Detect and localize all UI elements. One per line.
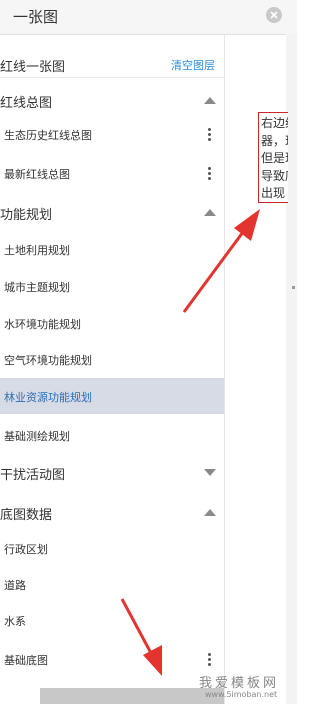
layer-item-label: 生态历史红线总图: [4, 129, 92, 142]
list-item[interactable]: 最新红线总图: [0, 160, 224, 186]
layer-item-label: 水系: [4, 615, 26, 628]
list-item[interactable]: 行政区划: [0, 535, 224, 561]
group-label: 干扰活动图: [0, 468, 66, 483]
collapse-caret-icon[interactable]: [204, 97, 216, 104]
horizontal-scrollbar-thumb[interactable]: [40, 688, 224, 704]
layer-item-label: 林业资源功能规划: [4, 391, 92, 404]
panel-divider: [224, 34, 225, 704]
layer-item-label: 最新红线总图: [4, 168, 70, 181]
layer-item-label: 城市主题规划: [4, 281, 70, 294]
scroll-indicator: [292, 286, 295, 289]
group-label: 功能规划: [0, 208, 53, 223]
layer-item-label: 行政区划: [4, 543, 48, 556]
group-label: 底图数据: [0, 508, 53, 523]
list-item[interactable]: 水环境功能规划: [0, 310, 224, 336]
panel-header: 一张图: [0, 0, 297, 35]
arrow-to-callout-head: [234, 209, 260, 241]
group-header-basemap[interactable]: 底图数据: [0, 500, 224, 526]
watermark-url: www.5imoban.net: [205, 690, 278, 699]
list-item[interactable]: 基础测绘规划: [0, 422, 224, 448]
layer-root-row: 红线一张图 清空图层: [0, 40, 224, 78]
layer-item-label: 水环境功能规划: [4, 318, 81, 331]
list-item[interactable]: 生态历史红线总图: [0, 121, 224, 147]
list-item[interactable]: 土地利用规划: [0, 236, 224, 262]
group-header-disturbance[interactable]: 干扰活动图: [0, 460, 224, 486]
group-label: 红线总图: [0, 96, 53, 111]
list-item-selected[interactable]: 林业资源功能规划: [0, 378, 224, 414]
collapse-caret-icon[interactable]: [204, 209, 216, 216]
group-header-redline[interactable]: 红线总图: [0, 88, 224, 114]
expand-caret-icon[interactable]: [204, 469, 216, 476]
more-options-icon[interactable]: [208, 128, 212, 143]
layer-root-label: 红线一张图: [0, 60, 66, 75]
list-item[interactable]: 城市主题规划: [0, 273, 224, 299]
callout-line: 器，现: [261, 133, 288, 148]
close-icon[interactable]: [266, 7, 282, 23]
annotation-callout: 右边线 器，现 但是现 导致底 出现: [258, 112, 288, 203]
list-item[interactable]: 道路: [0, 571, 224, 597]
callout-line: 导致底: [261, 168, 288, 183]
collapse-caret-icon[interactable]: [204, 509, 216, 516]
panel-title: 一张图: [13, 8, 59, 26]
callout-line: 右边线: [261, 116, 288, 130]
watermark-text: 我爱模板网: [199, 676, 280, 691]
list-item[interactable]: 基础底图: [0, 646, 224, 672]
list-item[interactable]: 水系: [0, 607, 224, 633]
layer-item-label: 基础底图: [4, 654, 48, 667]
clear-layers-link[interactable]: 清空图层: [171, 57, 215, 73]
group-header-planning[interactable]: 功能规划: [0, 200, 224, 226]
callout-line: 但是现: [261, 151, 288, 165]
callout-line: 出现: [261, 186, 286, 200]
layer-item-label: 空气环境功能规划: [4, 354, 92, 367]
list-item[interactable]: 空气环境功能规划: [0, 346, 224, 372]
layer-item-label: 道路: [4, 579, 26, 592]
layer-item-label: 基础测绘规划: [4, 430, 70, 443]
more-options-icon[interactable]: [208, 653, 212, 668]
more-options-icon[interactable]: [208, 167, 212, 182]
layer-item-label: 土地利用规划: [4, 244, 70, 257]
